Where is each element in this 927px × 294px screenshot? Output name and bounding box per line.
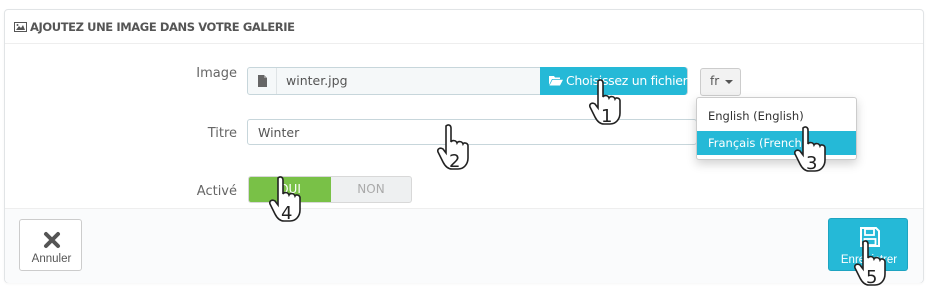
cancel-button[interactable]: Annuler xyxy=(19,219,82,271)
annotation-number: 1 xyxy=(601,106,612,127)
cancel-label: Annuler xyxy=(31,253,72,265)
pointer-hand-icon: 3 xyxy=(794,126,826,174)
language-option-label: English (English) xyxy=(708,109,804,123)
image-label: Image xyxy=(196,66,237,81)
toggle-no[interactable]: NON xyxy=(331,177,411,202)
language-dropdown-button[interactable]: fr xyxy=(700,68,741,96)
active-label: Activé xyxy=(196,184,237,199)
annotation-number: 3 xyxy=(806,153,817,174)
file-name: winter.jpg xyxy=(286,73,348,88)
folder-open-icon xyxy=(549,76,563,86)
panel-heading: AJOUTEZ UNE IMAGE DANS VOTRE GALERIE xyxy=(5,10,923,44)
language-option-english[interactable]: English (English) xyxy=(697,104,856,128)
language-option-label: Français (French) xyxy=(708,136,807,150)
panel-footer: Annuler Enregistrer xyxy=(5,208,923,283)
file-separator xyxy=(276,68,277,94)
panel-title: AJOUTEZ UNE IMAGE DANS VOTRE GALERIE xyxy=(30,20,295,34)
annotation-number: 4 xyxy=(281,203,292,224)
annotation-number: 5 xyxy=(866,267,877,288)
pointer-hand-icon: 4 xyxy=(269,176,301,224)
annotation-number: 2 xyxy=(449,151,460,172)
file-icon xyxy=(258,75,267,87)
pointer-hand-icon: 2 xyxy=(437,124,469,172)
pointer-hand-icon: 1 xyxy=(589,79,621,127)
title-label: Titre xyxy=(207,126,237,141)
close-icon xyxy=(44,232,60,248)
language-selected: fr xyxy=(710,74,720,88)
image-icon xyxy=(14,22,27,32)
caret-down-icon xyxy=(725,80,733,84)
pointer-hand-icon: 5 xyxy=(854,240,886,288)
